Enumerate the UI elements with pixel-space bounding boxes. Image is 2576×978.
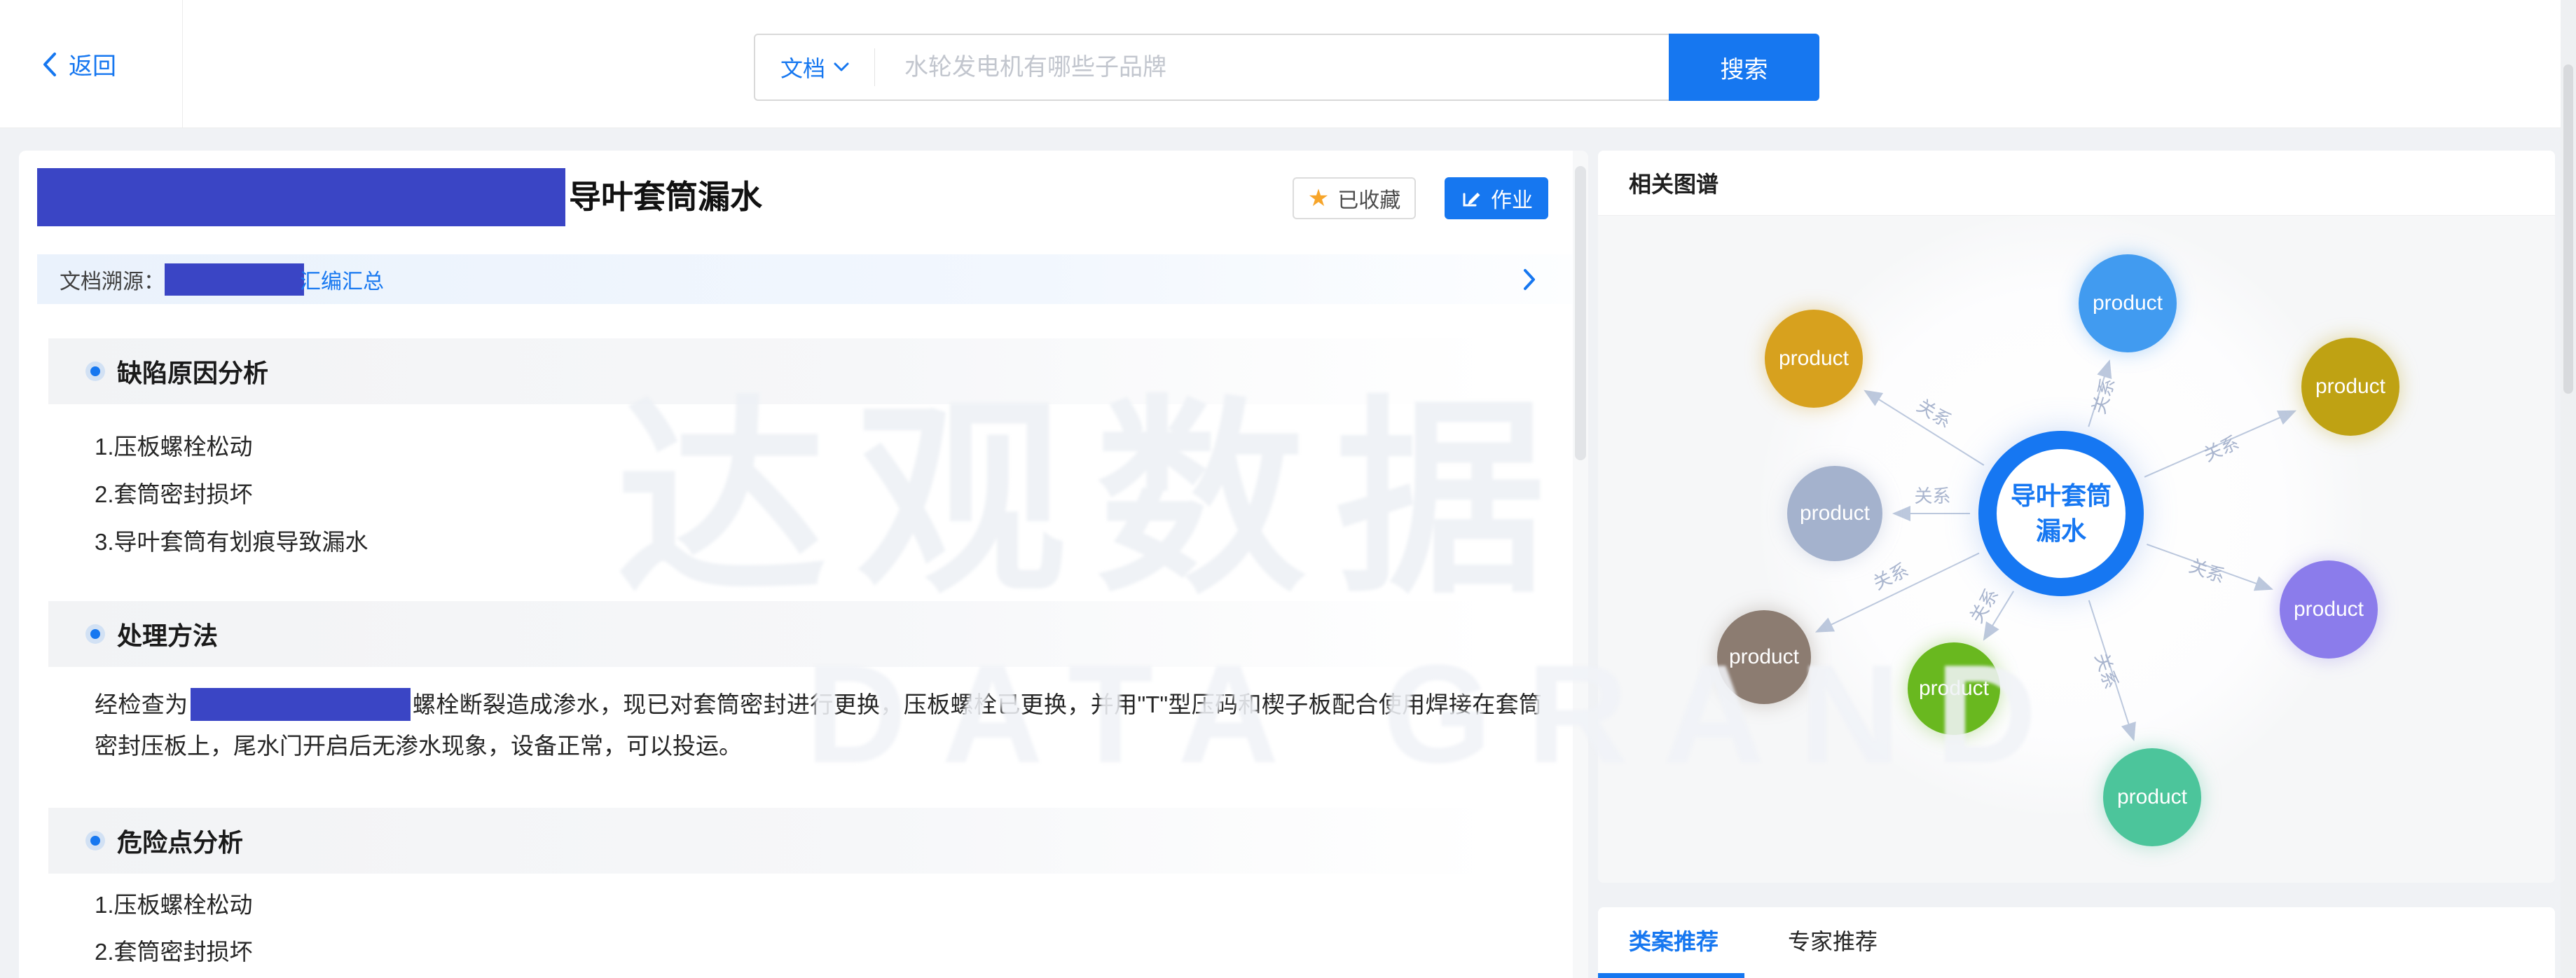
edge-label: 关系 — [2091, 650, 2122, 691]
graph-node[interactable]: product — [1765, 310, 1863, 408]
graph-node[interactable]: product — [1717, 610, 1811, 704]
chevron-right-icon[interactable] — [1522, 268, 1536, 297]
related-graph-card: 相关图谱 关系关系关系关系关系关系关系关系 导叶套筒 漏水 productpro… — [1598, 151, 2555, 883]
graph-node[interactable]: product — [2079, 254, 2177, 352]
source-link[interactable]: 汇编汇总 — [300, 264, 384, 295]
active-tab-indicator — [1598, 973, 1744, 978]
back-label: 返回 — [69, 47, 116, 81]
work-label: 作业 — [1491, 183, 1533, 214]
section-defect-analysis: 缺陷原因分析 — [48, 338, 1555, 404]
section-heading: 危险点分析 — [117, 822, 243, 859]
edge-label: 关系 — [2088, 376, 2119, 417]
treatment-paragraph: 经检查为螺栓断裂造成渗水，现已对套筒密封进行更换，压板螺栓已更换，并用"T"型压… — [95, 684, 1542, 766]
star-icon: ★ — [1308, 186, 1329, 210]
search-category-dropdown[interactable]: 文档 — [755, 51, 874, 83]
page-scrollbar-thumb[interactable] — [2563, 64, 2573, 394]
risk-item: 1.压板螺栓松动 — [95, 886, 253, 920]
graph-hub-node[interactable]: 导叶套筒 漏水 — [1978, 431, 2144, 596]
document-source-row[interactable]: 文档溯源： 汇编汇总 — [37, 254, 1574, 304]
hub-label-line1: 导叶套筒 — [2011, 478, 2112, 514]
graph-node[interactable]: product — [1787, 466, 1882, 561]
bullet-dot-icon — [90, 366, 100, 376]
document-title: 导叶套筒漏水 — [569, 168, 762, 226]
section-heading: 处理方法 — [117, 616, 218, 652]
graph-panel-title: 相关图谱 — [1598, 151, 2555, 216]
knowledge-graph-canvas[interactable]: 关系关系关系关系关系关系关系关系 导叶套筒 漏水 productproductp… — [1598, 216, 2555, 883]
tab-experts[interactable]: 专家推荐 — [1788, 907, 1878, 973]
edge-label: 关系 — [1914, 485, 1950, 507]
edge-label: 关系 — [2200, 432, 2243, 465]
edge-label: 关系 — [1913, 395, 1955, 432]
defect-item: 1.压板螺栓松动 — [95, 428, 253, 462]
graph-node[interactable]: product — [2301, 338, 2399, 436]
favorited-button[interactable]: ★ 已收藏 — [1293, 177, 1416, 219]
redacted-source-block — [165, 263, 304, 296]
redacted-inline-block — [191, 688, 411, 721]
tab-similar-cases[interactable]: 类案推荐 — [1629, 907, 1719, 973]
search-input[interactable] — [875, 35, 1669, 99]
document-card: 导叶套筒漏水 ★ 已收藏 作业 文档溯源： 汇编汇总 缺陷原因分析 1.压板螺栓… — [19, 151, 1588, 978]
defect-item: 2.套筒密封损坏 — [95, 476, 253, 509]
paragraph-text: 经检查为 — [95, 691, 188, 717]
graph-node[interactable]: product — [2280, 560, 2378, 659]
favorited-label: 已收藏 — [1337, 183, 1400, 214]
bullet-dot-icon — [90, 836, 100, 846]
section-heading: 缺陷原因分析 — [117, 353, 268, 390]
source-label: 文档溯源： — [60, 264, 165, 295]
page-scrollbar[interactable] — [2561, 0, 2576, 978]
graph-node[interactable]: product — [1908, 642, 2000, 735]
search-category-label: 文档 — [780, 51, 825, 83]
back-button[interactable]: 返回 — [41, 0, 116, 128]
chevron-down-icon — [834, 62, 849, 72]
section-treatment-method: 处理方法 — [48, 601, 1555, 667]
bullet-dot-icon — [90, 629, 100, 639]
edit-icon — [1460, 187, 1482, 209]
document-scrollbar[interactable] — [1573, 151, 1588, 978]
graph-node[interactable]: product — [2103, 748, 2201, 846]
edge-label: 关系 — [1966, 585, 2003, 627]
recommendation-tabs-card: 类案推荐 专家推荐 — [1598, 907, 2555, 978]
redacted-title-block — [37, 168, 565, 226]
section-risk-analysis: 危险点分析 — [48, 808, 1555, 874]
hub-label-line2: 漏水 — [2036, 514, 2086, 549]
search-bar: 文档 搜索 — [754, 34, 1819, 101]
header-divider — [182, 0, 183, 128]
defect-item: 3.导叶套筒有划痕导致漏水 — [95, 523, 369, 557]
top-header: 返回 文档 搜索 — [0, 0, 2576, 128]
chevron-left-icon — [41, 51, 57, 78]
document-scrollbar-thumb[interactable] — [1575, 166, 1586, 460]
risk-item: 2.套筒密封损坏 — [95, 933, 253, 967]
edge-label: 关系 — [2186, 555, 2228, 587]
search-button[interactable]: 搜索 — [1669, 34, 1819, 101]
work-button[interactable]: 作业 — [1445, 177, 1548, 219]
